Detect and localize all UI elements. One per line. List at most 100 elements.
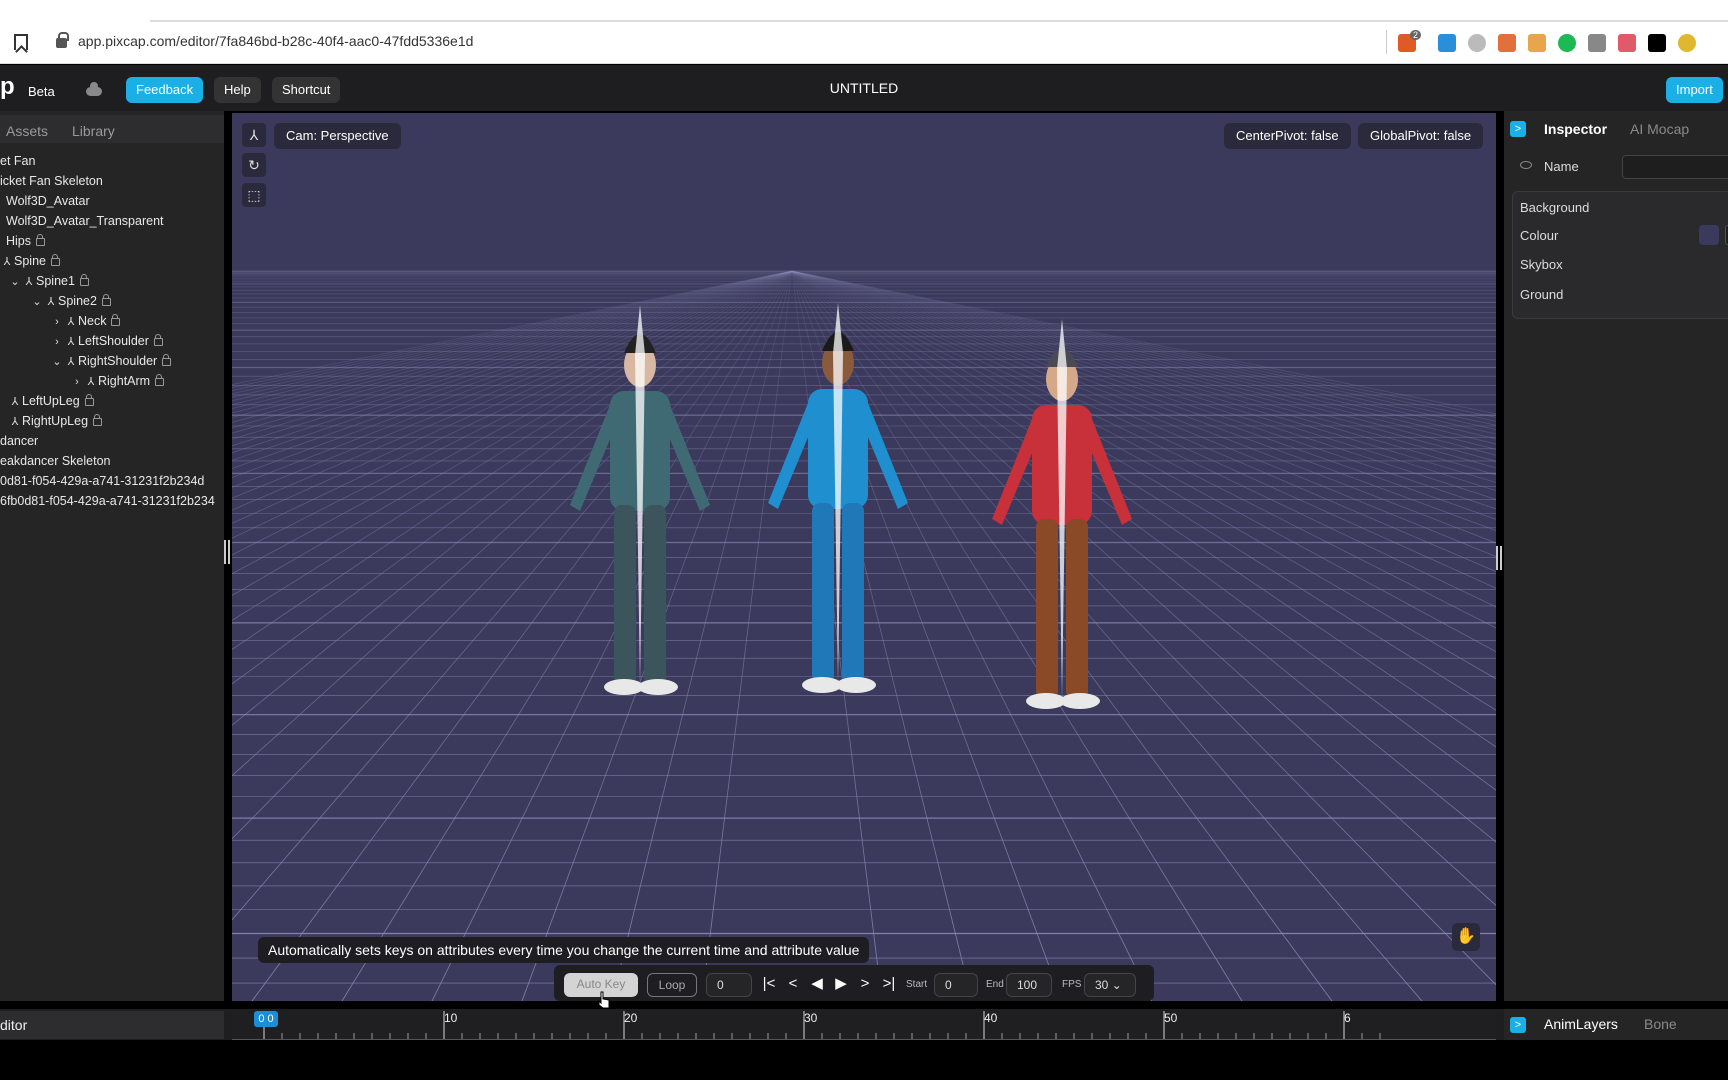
tree-item-label: LeftShoulder bbox=[78, 334, 149, 348]
tab-bone[interactable]: Bone bbox=[1644, 1016, 1677, 1032]
start-label: Start bbox=[906, 979, 928, 990]
lock-icon[interactable] bbox=[56, 32, 69, 48]
rotate-icon[interactable]: ↻ bbox=[242, 153, 266, 177]
prev-frame-icon[interactable]: < bbox=[784, 973, 802, 995]
tree-item[interactable]: 6fb0d81-f054-429a-a741-31231f2b234 bbox=[0, 491, 215, 511]
colour-swatch[interactable] bbox=[1699, 225, 1719, 245]
lock-icon[interactable] bbox=[111, 314, 121, 326]
lock-icon[interactable] bbox=[36, 234, 46, 246]
chrome-icon[interactable] bbox=[1678, 34, 1696, 52]
import-button[interactable]: Import bbox=[1666, 77, 1723, 103]
end-frame-input[interactable]: 100 bbox=[1006, 973, 1052, 997]
chevron-right-icon[interactable]: › bbox=[50, 332, 64, 352]
tree-item-label: RightArm bbox=[98, 374, 151, 388]
tree-item-label: dancer bbox=[0, 434, 39, 448]
current-frame-input[interactable]: 0 bbox=[706, 973, 752, 997]
lock-icon[interactable] bbox=[84, 394, 94, 406]
right-panel-resize-handle[interactable] bbox=[1496, 546, 1502, 570]
skybox-label[interactable]: Skybox bbox=[1520, 257, 1563, 272]
expand-panel-icon[interactable]: > bbox=[1510, 1017, 1526, 1033]
lock-icon[interactable] bbox=[153, 334, 163, 346]
tree-item[interactable]: eakdancer Skeleton bbox=[0, 451, 111, 471]
tree-item[interactable]: Hips bbox=[6, 231, 46, 251]
next-frame-icon[interactable]: > bbox=[856, 973, 874, 995]
timeline-ruler[interactable]: 10 20 30 40 50 6 0 0 bbox=[232, 1009, 1496, 1040]
scale-select-icon[interactable]: ⬚ bbox=[242, 183, 266, 207]
bone-icon: ⅄ bbox=[47, 296, 55, 308]
play-reverse-icon[interactable]: ◀ bbox=[808, 973, 826, 995]
tree-item[interactable]: icket Fan Skeleton bbox=[0, 171, 103, 191]
lock-icon[interactable] bbox=[162, 354, 172, 366]
tab-inspector[interactable]: Inspector bbox=[1544, 121, 1607, 137]
start-frame-input[interactable]: 0 bbox=[934, 973, 978, 997]
tree-item[interactable]: › ⅄ LeftShoulder bbox=[50, 331, 163, 351]
url-text[interactable]: app.pixcap.com/editor/7fa846bd-b28c-40f4… bbox=[78, 33, 473, 49]
chevron-down-icon[interactable]: ⌄ bbox=[50, 352, 64, 372]
bookmark-icon[interactable] bbox=[14, 34, 28, 50]
collapse-panel-icon[interactable]: > bbox=[1510, 121, 1526, 137]
extension-icon-1[interactable] bbox=[1438, 34, 1456, 52]
tree-item[interactable]: ⌄ ⅄ RightShoulder bbox=[50, 351, 172, 372]
tree-item[interactable]: ⅄ Spine bbox=[0, 251, 60, 271]
chevron-down-icon[interactable]: ⌄ bbox=[8, 272, 22, 292]
skip-to-end-icon[interactable]: >| bbox=[880, 973, 898, 995]
tree-item[interactable]: ⅄ RightUpLeg bbox=[8, 411, 103, 431]
tree-item[interactable]: Wolf3D_Avatar_Transparent bbox=[6, 211, 164, 231]
tree-item-label: 0d81-f054-429a-a741-31231f2b234d bbox=[0, 474, 205, 488]
feedback-button[interactable]: Feedback bbox=[126, 77, 204, 103]
auto-key-tooltip: Automatically sets keys on attributes ev… bbox=[258, 937, 870, 963]
timeline-playhead[interactable]: 0 0 bbox=[254, 1011, 278, 1027]
tab-assets[interactable]: Assets bbox=[6, 123, 48, 139]
tree-item[interactable]: ⌄ ⅄ Spine2 bbox=[30, 291, 111, 311]
tree-item[interactable]: ⅄ LeftUpLeg bbox=[8, 391, 94, 411]
tree-item[interactable]: ⌄ ⅄ Spine1 bbox=[8, 271, 89, 291]
extension-icon-2[interactable] bbox=[1498, 34, 1516, 52]
lock-icon[interactable] bbox=[101, 294, 111, 306]
tree-item[interactable]: › ⅄ RightArm bbox=[70, 371, 165, 392]
chevron-right-icon[interactable]: › bbox=[70, 372, 84, 392]
tree-item[interactable]: Wolf3D_Avatar bbox=[6, 191, 90, 211]
fps-select[interactable]: 30 ⌄ bbox=[1084, 973, 1136, 997]
ground-label[interactable]: Ground bbox=[1520, 287, 1563, 302]
chevron-right-icon[interactable]: › bbox=[50, 312, 64, 332]
grammarly-icon[interactable] bbox=[1558, 34, 1576, 52]
tab-library[interactable]: Library bbox=[72, 123, 115, 139]
search-icon[interactable] bbox=[1468, 34, 1486, 52]
tree-item[interactable]: 0d81-f054-429a-a741-31231f2b234d bbox=[0, 471, 204, 491]
lock-icon[interactable] bbox=[79, 274, 89, 286]
lock-icon[interactable] bbox=[155, 374, 165, 386]
tab-ai-mocap[interactable]: AI Mocap bbox=[1630, 121, 1689, 137]
play-extension-icon[interactable] bbox=[1648, 34, 1666, 52]
visibility-eye-icon[interactable] bbox=[1520, 161, 1532, 169]
move-gizmo-icon[interactable]: ⅄ bbox=[242, 123, 266, 147]
tree-item[interactable]: et Fan bbox=[0, 151, 35, 171]
character-models[interactable] bbox=[232, 113, 1496, 1001]
skip-to-start-icon[interactable]: |< bbox=[760, 973, 778, 995]
lock-icon[interactable] bbox=[93, 414, 103, 426]
shortcut-button[interactable]: Shortcut bbox=[272, 77, 341, 103]
hand-pan-icon[interactable]: ✋ bbox=[1452, 923, 1480, 951]
tree-item-label: RightUpLeg bbox=[22, 414, 89, 428]
help-button[interactable]: Help bbox=[214, 77, 261, 103]
center-pivot-toggle[interactable]: CenterPivot: false bbox=[1224, 123, 1351, 149]
tab-anim-layers[interactable]: AnimLayers bbox=[1544, 1016, 1618, 1032]
left-panel-resize-handle[interactable] bbox=[224, 540, 230, 564]
extension-icon-4[interactable] bbox=[1588, 34, 1606, 52]
loop-button[interactable]: Loop bbox=[647, 973, 697, 997]
tree-item-label: Wolf3D_Avatar_Transparent bbox=[6, 214, 164, 228]
3d-viewport[interactable]: ⅄ ↻ ⬚ Cam: Perspective CenterPivot: fals… bbox=[232, 113, 1496, 1001]
chevron-down-icon[interactable]: ⌄ bbox=[30, 292, 44, 312]
extension-icon-3[interactable] bbox=[1528, 34, 1546, 52]
bone-icon: ⅄ bbox=[11, 396, 19, 408]
global-pivot-toggle[interactable]: GlobalPivot: false bbox=[1358, 123, 1484, 149]
timeline-number: 6 bbox=[1344, 1011, 1351, 1025]
lock-icon[interactable] bbox=[50, 254, 60, 266]
name-label: Name bbox=[1544, 159, 1579, 174]
extension-icon-5[interactable] bbox=[1618, 34, 1636, 52]
play-icon[interactable]: ▶ bbox=[832, 973, 850, 995]
tree-item[interactable]: › ⅄ Neck bbox=[50, 311, 121, 332]
tree-item[interactable]: dancer bbox=[0, 431, 38, 451]
name-input[interactable] bbox=[1622, 155, 1728, 179]
camera-mode-button[interactable]: Cam: Perspective bbox=[274, 123, 401, 149]
tree-item-label: Spine2 bbox=[58, 294, 97, 308]
